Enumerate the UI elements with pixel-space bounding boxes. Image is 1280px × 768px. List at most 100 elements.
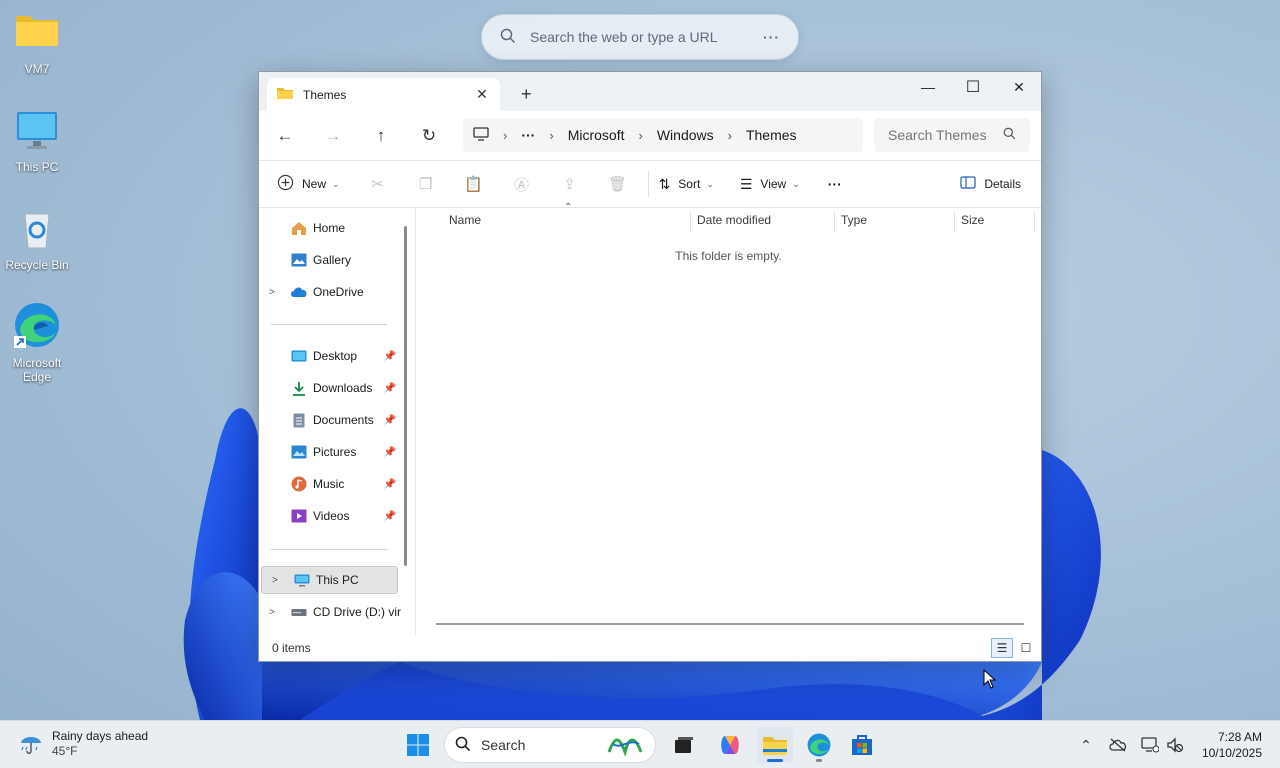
sidebar-item-music[interactable]: Music 📌 [259,470,398,498]
tab-themes[interactable]: Themes ✕ [267,78,500,111]
cut-icon[interactable]: ✂ [354,168,402,200]
expand-chevron-icon[interactable]: > [272,575,284,586]
home-icon [290,220,308,236]
paste-icon[interactable]: 📋 [450,168,498,200]
weather-widget[interactable]: Rainy days ahead 45°F [18,729,148,759]
column-header-size[interactable]: Size [961,208,984,232]
delete-icon[interactable]: 🗑 [594,168,642,200]
sort-icon: ⇅ [658,175,671,192]
breadcrumb-themes[interactable]: Themes [746,127,797,143]
taskbar-search[interactable]: Search [444,727,656,763]
details-button[interactable]: Details [956,168,1025,200]
breadcrumb-separator: › [503,127,508,143]
sidebar-item-gallery[interactable]: Gallery [259,246,398,274]
store-icon[interactable] [844,727,880,763]
back-button[interactable]: ← [261,116,309,156]
sidebar-item-desktop[interactable]: Desktop 📌 [259,342,398,370]
navigation-pane: Home Gallery > OneDrive Desktop 📌 Downlo… [259,208,415,635]
breadcrumb-overflow[interactable]: ··· [521,127,535,143]
pin-icon[interactable]: 📌 [384,447,396,458]
desktop-icon-this-pc[interactable]: This PC [0,108,74,174]
chevron-up-icon[interactable]: ⌃ [1074,733,1098,757]
running-indicator [816,759,822,762]
windows-logo-icon [407,734,429,756]
chevron-down-icon: ⌄ [332,178,340,189]
up-button[interactable]: ↑ [357,116,405,156]
pin-icon[interactable]: 📌 [384,511,396,522]
plus-circle-icon [277,174,294,194]
minimize-button[interactable]: — [905,72,951,102]
sidebar-item-this-pc[interactable]: > This PC [261,566,398,594]
file-explorer-taskbar-icon[interactable] [757,727,793,763]
column-divider[interactable] [954,211,955,233]
desktop-icon-edge[interactable]: Microsoft Edge [0,300,74,384]
status-bar: 0 items ☰ ☐ [259,635,1041,661]
sort-button[interactable]: ⇅ Sort ⌄ [655,168,718,200]
pictures-icon [290,444,308,460]
sidebar-item-downloads[interactable]: Downloads 📌 [259,374,398,402]
web-search-bar[interactable]: Search the web or type a URL ··· [481,14,799,60]
content-area: Home Gallery > OneDrive Desktop 📌 Downlo… [259,202,1041,635]
copy-icon[interactable]: ❐ [402,168,450,200]
task-view-icon[interactable] [666,727,702,763]
tab-close-icon[interactable]: ✕ [474,86,490,103]
folder-icon [277,86,293,103]
weather-title: Rainy days ahead [52,729,149,743]
forward-button[interactable]: → [309,116,357,156]
column-header-name[interactable]: Name [449,208,481,232]
network-icon[interactable] [1138,733,1162,757]
tiles-view-icon[interactable]: ☐ [1015,638,1037,658]
clock-date: 10/10/2025 [1201,746,1262,760]
sidebar-item-label: Desktop [313,349,358,363]
desktop-icon-label: This PC [15,160,59,174]
desktop-icon-vm7[interactable]: VM7 [0,10,74,76]
refresh-button[interactable]: ↻ [405,116,453,156]
pin-icon[interactable]: 📌 [384,415,396,426]
expand-chevron-icon[interactable]: > [269,607,281,618]
pin-icon[interactable]: 📌 [384,479,396,490]
desktop-icon-recycle-bin[interactable]: Recycle Bin [0,206,74,272]
sidebar-scrollbar[interactable] [404,226,407,566]
folder-search-input[interactable]: Search Themes [874,118,1030,152]
more-options-icon[interactable]: ··· [763,29,780,45]
expand-chevron-icon[interactable]: > [269,287,281,298]
details-view-icon[interactable]: ☰ [991,638,1013,658]
breadcrumb-microsoft[interactable]: Microsoft [568,127,625,143]
sidebar-item-home[interactable]: Home [259,214,398,242]
sidebar-item-videos[interactable]: Videos 📌 [259,502,398,530]
clock[interactable]: 7:28 AM 10/10/2025 [1202,729,1262,761]
monitor-icon [14,108,60,154]
horizontal-scrollbar[interactable] [436,623,1024,625]
sidebar-item-pictures[interactable]: Pictures 📌 [259,438,398,466]
pin-icon[interactable]: 📌 [384,351,396,362]
more-options-button[interactable]: ··· [824,168,846,200]
pin-icon[interactable]: 📌 [384,383,396,394]
sidebar-item-label: Home [313,221,346,235]
column-divider[interactable] [1034,211,1035,233]
view-button[interactable]: ☰ View ⌄ [736,168,804,200]
rename-icon[interactable]: Ⓐ [498,168,546,200]
new-button[interactable]: New ⌄ [273,168,344,200]
share-icon[interactable]: ⇪ [546,168,594,200]
sidebar-item-documents[interactable]: Documents 📌 [259,406,398,434]
new-tab-button[interactable]: + [521,84,532,105]
cd-drive-icon [290,604,308,620]
column-divider[interactable] [690,211,691,233]
cloud-offline-icon[interactable] [1106,733,1130,757]
computer-icon [473,126,489,144]
edge-taskbar-icon[interactable] [801,727,837,763]
copilot-icon[interactable] [712,727,748,763]
sidebar-item-cd-drive[interactable]: > CD Drive (D:) vir [259,598,415,626]
start-button[interactable] [400,727,436,763]
maximize-button[interactable]: ☐ [950,72,996,102]
column-header-date-modified[interactable]: Date modified [697,208,771,232]
column-divider[interactable] [834,211,835,233]
address-bar[interactable]: › ··· › Microsoft › Windows › Themes [463,118,863,152]
column-header-type[interactable]: Type [841,208,867,232]
search-icon [1003,127,1016,143]
sidebar-item-onedrive[interactable]: > OneDrive [259,278,398,306]
volume-muted-icon[interactable] [1163,733,1187,757]
close-button[interactable]: ✕ [996,72,1042,102]
document-icon [290,412,308,428]
breadcrumb-windows[interactable]: Windows [657,127,714,143]
